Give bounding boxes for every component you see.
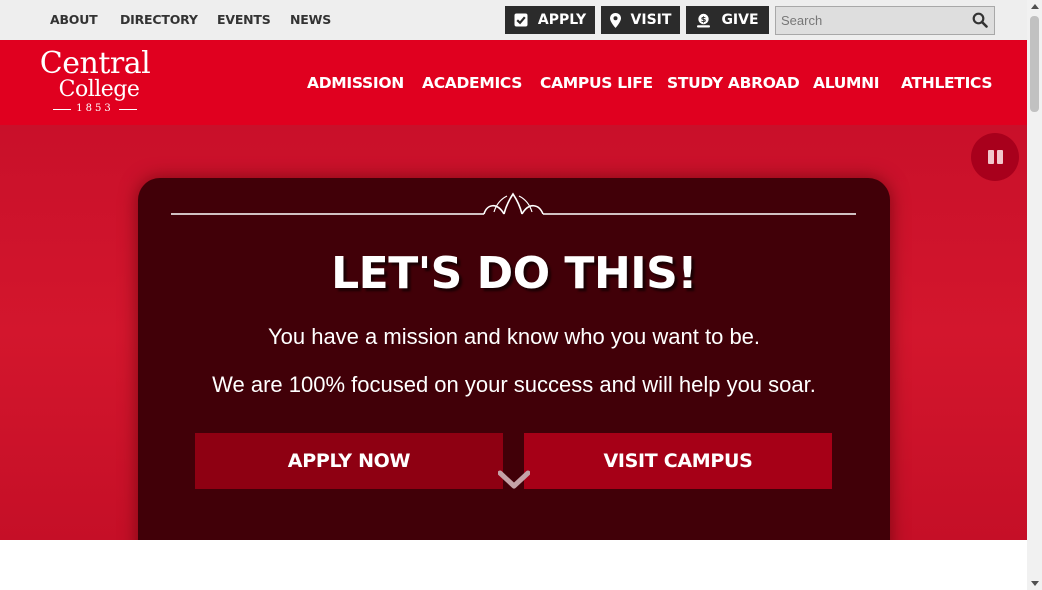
scroll-up-arrow-icon[interactable] xyxy=(1031,4,1039,9)
search-box xyxy=(775,6,995,35)
about-link[interactable]: ABOUT xyxy=(50,12,98,27)
page-scrollbar[interactable] xyxy=(1027,0,1042,590)
nav-campus-life[interactable]: CAMPUS LIFE xyxy=(540,74,653,92)
pause-icon-bar-right xyxy=(996,150,1003,164)
logo-rule-right xyxy=(118,108,137,110)
visit-campus-button[interactable]: VISIT CAMPUS xyxy=(524,433,832,489)
pause-icon-bar-left xyxy=(987,150,994,164)
give-button[interactable]: $ GIVE xyxy=(686,6,769,34)
events-link[interactable]: EVENTS xyxy=(217,12,271,27)
logo-rule-left xyxy=(53,108,72,110)
apply-now-button[interactable]: APPLY NOW xyxy=(195,433,503,489)
nav-athletics[interactable]: ATHLETICS xyxy=(901,74,993,92)
hero-subtitle-1: You have a mission and know who you want… xyxy=(267,324,761,349)
logo-year-text: 1853 xyxy=(76,103,114,114)
map-pin-icon xyxy=(609,12,621,28)
college-logo[interactable]: Central College 1853 xyxy=(33,48,157,116)
pause-button[interactable] xyxy=(971,133,1019,181)
search-icon[interactable] xyxy=(972,12,988,28)
search-input[interactable] xyxy=(776,7,966,34)
give-button-label: GIVE xyxy=(721,12,759,28)
nav-alumni[interactable]: ALUMNI xyxy=(813,74,880,92)
hero-panel: LET'S DO THIS! You have a mission and kn… xyxy=(138,178,890,540)
nav-study-abroad[interactable]: STUDY ABROAD xyxy=(667,74,800,92)
apply-button-label: APPLY xyxy=(537,12,587,28)
logo-wordmark-central: Central xyxy=(39,46,151,81)
hero-section: LET'S DO THIS! You have a mission and kn… xyxy=(0,125,1027,540)
nav-academics[interactable]: ACADEMICS xyxy=(422,74,522,92)
apply-button[interactable]: APPLY xyxy=(505,6,595,34)
visit-button[interactable]: VISIT xyxy=(601,6,680,34)
news-link[interactable]: NEWS xyxy=(290,12,331,27)
logo-wordmark-college: College xyxy=(58,77,140,102)
scroll-down-arrow-icon[interactable] xyxy=(1031,581,1039,586)
main-header: Central College 1853 ADMISSION ACADEMICS… xyxy=(0,40,1027,125)
chevron-down-icon[interactable] xyxy=(498,470,530,490)
ornament-divider-icon xyxy=(171,192,856,215)
visit-button-label: VISIT xyxy=(630,12,672,28)
directory-link[interactable]: DIRECTORY xyxy=(120,12,198,27)
scrollbar-thumb[interactable] xyxy=(1030,16,1039,112)
hero-title: LET'S DO THIS! xyxy=(331,248,697,299)
hero-subtitle-2: We are 100% focused on your success and … xyxy=(212,372,816,397)
checkbox-icon xyxy=(514,13,528,27)
logo-year: 1853 xyxy=(33,102,157,116)
nav-admission[interactable]: ADMISSION xyxy=(307,74,404,92)
utility-bar: ABOUT DIRECTORY EVENTS NEWS APPLY VISIT … xyxy=(0,0,1027,40)
svg-text:$: $ xyxy=(701,15,707,24)
donate-icon: $ xyxy=(696,13,711,28)
